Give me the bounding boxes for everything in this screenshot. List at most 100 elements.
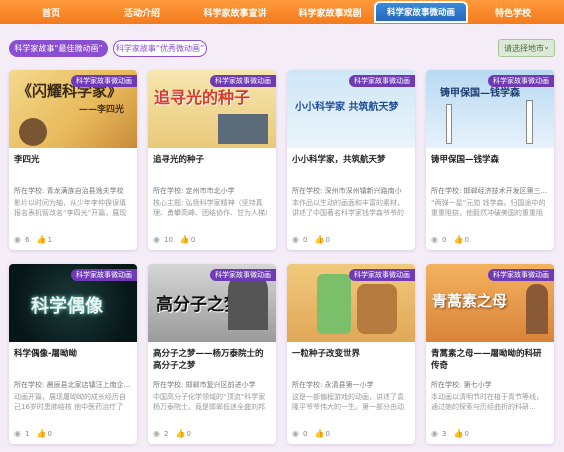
category-tag: 科学家故事微动画 — [71, 269, 137, 281]
eye-icon: ◉ — [153, 429, 160, 438]
thumbnail-title-text: 青蒿素之母 — [432, 292, 508, 310]
category-tag: 科学家故事微动画 — [349, 75, 415, 87]
eye-icon: ◉ — [153, 235, 160, 244]
card-stats: ◉ 0 👍 0 — [292, 429, 330, 439]
card-school: 所在学校: 定州市市北小学 — [153, 187, 235, 195]
thumbs-up-icon[interactable]: 👍 — [36, 236, 46, 244]
card-desc: 本动画以清明节时在植于青节等线，通过她的探索与历经曲折的科研... — [431, 393, 543, 411]
video-thumbnail[interactable]: 《闪耀科学家》 ——李四光 科学家故事微动画 — [9, 70, 137, 148]
nav-scientist-story-animation[interactable]: 科学家故事微动画 — [374, 1, 468, 23]
nav-scientist-story-drama[interactable]: 科学家故事戏剧 — [292, 0, 368, 24]
likes-count: 0 — [325, 236, 330, 244]
card-stats: ◉ 0 👍 0 — [431, 235, 469, 245]
chevron-down-icon: ⌄ — [543, 42, 550, 51]
thumbnail-title-text: 追寻光的种子 — [154, 88, 251, 107]
views-count: 6 — [25, 236, 30, 244]
rocket-right — [526, 100, 533, 144]
thumbs-up-icon[interactable]: 👍 — [314, 236, 324, 244]
views-count: 3 — [442, 430, 447, 438]
views-count: 0 — [303, 236, 308, 244]
likes-count: 0 — [186, 430, 191, 438]
video-thumbnail[interactable]: 科学家故事微动画 — [287, 264, 415, 342]
video-card[interactable]: 青蒿素之母 科学家故事微动画 青蒿素之母——屠呦呦的科研传奇 所在学校: 第七小… — [426, 264, 554, 444]
category-tag: 科学家故事微动画 — [488, 269, 554, 281]
card-title[interactable]: 青蒿素之母——屠呦呦的科研传奇 — [431, 348, 549, 372]
card-desc: 核心主题: 弘扬科学家精神（坚持真理、勇攀高峰、团结协作、甘为人梯）创意说明: … — [153, 199, 269, 217]
video-card[interactable]: 铸甲保国—钱学森 科学家故事微动画 铸甲保国—钱学森 所在学校: 邯郸经济技术开… — [426, 70, 554, 250]
card-school: 所在学校: 深州市深州镇新兴路南小 — [292, 187, 402, 195]
card-desc: 本作品以生动的画面和丰富的素材，讲述了中国著名科学家钱学森爷爷的传奇人生。从他在… — [292, 199, 404, 217]
person-figure — [357, 284, 397, 334]
eye-icon: ◉ — [431, 429, 438, 438]
crop-figure — [317, 274, 351, 334]
card-school: 所在学校: 第七小学 — [431, 381, 492, 389]
video-thumbnail[interactable]: 追寻光的种子 科学家故事微动画 — [148, 70, 276, 148]
eye-icon: ◉ — [292, 429, 299, 438]
category-tag: 科学家故事微动画 — [71, 75, 137, 87]
nav-scientist-story-talk[interactable]: 科学家故事宣讲 — [197, 0, 273, 24]
card-school: 所在学校: 永清县第一小学 — [292, 381, 374, 389]
video-thumbnail[interactable]: 铸甲保国—钱学森 科学家故事微动画 — [426, 70, 554, 148]
nav-activity-intro[interactable]: 活动介绍 — [113, 0, 171, 24]
likes-count: 0 — [190, 236, 196, 244]
filter-excellent-animation[interactable]: 科学家故事“优秀微动画” — [113, 40, 207, 57]
thumbnail-info — [293, 114, 409, 142]
views-count: 10 — [164, 236, 173, 244]
thumbs-up-icon[interactable]: 👍 — [36, 430, 46, 438]
filter-best-animation[interactable]: 科学家故事“最佳微动画” — [9, 40, 108, 57]
thumbs-up-icon[interactable]: 👍 — [175, 430, 185, 438]
card-title[interactable]: 科学偶像-屠呦呦 — [14, 348, 132, 360]
card-title[interactable]: 高分子之梦——杨万泰院士的高分子之梦 — [153, 348, 271, 372]
views-count: 1 — [25, 430, 30, 438]
thumbs-up-icon[interactable]: 👍 — [453, 430, 463, 438]
category-tag: 科学家故事微动画 — [349, 269, 415, 281]
video-thumbnail[interactable]: 青蒿素之母 科学家故事微动画 — [426, 264, 554, 342]
video-card[interactable]: 追寻光的种子 科学家故事微动画 追寻光的种子 所在学校: 定州市市北小学 核心主… — [148, 70, 276, 250]
card-title[interactable]: 追寻光的种子 — [153, 154, 271, 166]
thumbs-up-icon[interactable]: 👍 — [453, 236, 463, 244]
views-count: 0 — [442, 236, 447, 244]
nav-home[interactable]: 首页 — [22, 0, 80, 24]
card-school: 所在学校: 邯郸市复兴区前进小学 — [153, 381, 256, 389]
video-thumbnail[interactable]: 高分子之梦 科学家故事微动画 — [148, 264, 276, 342]
video-card[interactable]: 高分子之梦 科学家故事微动画 高分子之梦——杨万泰院士的高分子之梦 所在学校: … — [148, 264, 276, 444]
card-title[interactable]: 小小科学家，共筑航天梦 — [292, 154, 410, 166]
eye-icon: ◉ — [431, 235, 438, 244]
card-stats: ◉ 2 👍 0 — [153, 429, 191, 439]
card-desc: 中国高分子化学领域的“顶流”科学家杨万泰院士。竟是邯郸低迷全盛刘邦特立出出的农家… — [153, 393, 266, 411]
card-school: 所在学校: 青龙满族自治县逸夫学校 — [14, 187, 124, 195]
nav-featured-schools[interactable]: 特色学校 — [484, 0, 542, 24]
card-desc: 动画开篇，展现屠呦呦的成长经历自己16岁时患肺结核 他中医药治疗了他，让她有了学… — [14, 393, 126, 411]
video-card[interactable]: 小小科学家 共筑航天梦 科学家故事微动画 小小科学家，共筑航天梦 所在学校: 深… — [287, 70, 415, 250]
thumbs-up-icon[interactable]: 👍 — [180, 236, 190, 244]
likes-count: 0 — [464, 236, 469, 244]
portrait-figure — [19, 118, 47, 146]
category-tag: 科学家故事微动画 — [210, 75, 276, 87]
eye-icon: ◉ — [14, 235, 21, 244]
video-card[interactable]: 科学偶像 科学家故事微动画 科学偶像-屠呦呦 所在学校: 晨辰县北家店镇汪上南企… — [9, 264, 137, 444]
thumbnail-subtitle-text: ——李四光 — [79, 105, 125, 115]
card-title[interactable]: 一粒种子改变世界 — [292, 348, 410, 360]
card-desc: “两弹一星”元勋 钱学森。归国途中的重重阻挠，他毅然冲破美国的重重阻挠回到祖国.… — [431, 199, 546, 217]
card-stats: ◉ 10 👍 0 — [153, 235, 196, 245]
card-title[interactable]: 铸甲保国—钱学森 — [431, 154, 549, 166]
card-desc: 这是一部偏程游戏的动画，讲述了袁隆平爷爷伟大的一生。第一部分由动画讲述了袁爷爷童… — [292, 393, 404, 411]
thumbnail-building — [218, 114, 268, 144]
card-title[interactable]: 李四光 — [14, 154, 132, 166]
video-card[interactable]: 科学家故事微动画 一粒种子改变世界 所在学校: 永清县第一小学 这是一部偏程游戏… — [287, 264, 415, 444]
views-count: 0 — [303, 430, 308, 438]
region-select[interactable]: 请选择地市 ⌄ — [498, 39, 555, 57]
thumbnail-title-text: 科学偶像 — [31, 296, 103, 317]
card-school: 所在学校: 邯郸经济技术开发区第三... — [431, 187, 548, 195]
thumbs-up-icon[interactable]: 👍 — [314, 430, 324, 438]
region-select-label: 请选择地市 — [504, 43, 544, 53]
likes-count: 0 — [47, 430, 52, 438]
card-stats: ◉ 0 👍 0 — [292, 236, 330, 245]
thumbnail-title-text: 小小科学家 共筑航天梦 — [295, 102, 399, 113]
video-card[interactable]: 《闪耀科学家》 ——李四光 科学家故事微动画 李四光 所在学校: 青龙满族自治县… — [9, 70, 137, 250]
card-stats: ◉ 3 👍 0 — [431, 429, 469, 439]
video-thumbnail[interactable]: 科学偶像 科学家故事微动画 — [9, 264, 137, 342]
likes-count: 0 — [325, 430, 330, 438]
category-tag: 科学家故事微动画 — [210, 269, 276, 281]
video-thumbnail[interactable]: 小小科学家 共筑航天梦 科学家故事微动画 — [287, 70, 415, 148]
